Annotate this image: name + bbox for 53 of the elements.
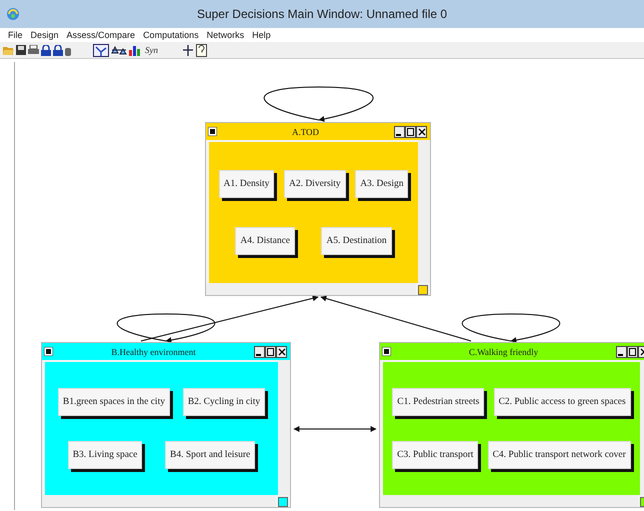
help-icon[interactable] bbox=[196, 44, 207, 56]
close-icon[interactable] bbox=[638, 346, 644, 358]
node-button[interactable]: A5. Destination bbox=[321, 226, 392, 255]
system-menu-icon[interactable] bbox=[208, 127, 217, 136]
save-icon[interactable] bbox=[16, 45, 26, 55]
node-button[interactable]: B4. Sport and leisure bbox=[165, 441, 256, 470]
menu-item[interactable]: Help bbox=[248, 30, 275, 40]
minimize-icon[interactable] bbox=[616, 346, 627, 358]
horizontal-scrollbar[interactable] bbox=[380, 495, 638, 507]
node-button[interactable]: B3. Living space bbox=[68, 441, 142, 470]
resize-handle[interactable] bbox=[418, 285, 428, 295]
lock-icon[interactable] bbox=[41, 44, 51, 56]
menu-item[interactable]: Design bbox=[26, 30, 63, 40]
menu-item[interactable]: Networks bbox=[202, 30, 248, 40]
cluster-title: B.Healthy environment bbox=[110, 346, 197, 356]
menu-item[interactable]: Computations bbox=[139, 30, 203, 40]
resize-handle[interactable] bbox=[278, 497, 288, 507]
bar-chart-icon[interactable] bbox=[129, 44, 141, 56]
menu-item[interactable]: Assess/Compare bbox=[62, 30, 140, 40]
maximize-icon[interactable] bbox=[265, 346, 276, 358]
cluster-title: A.TOD bbox=[290, 126, 320, 136]
minimize-icon[interactable] bbox=[394, 126, 405, 138]
window-title: Super Decisions Main Window: Unnamed file 0 bbox=[196, 7, 448, 21]
node-button[interactable]: B2. Cycling in city bbox=[182, 388, 266, 416]
node-button[interactable]: B1.green spaces in the city bbox=[58, 388, 170, 416]
vertical-scrollbar[interactable] bbox=[418, 140, 430, 283]
system-menu-icon[interactable] bbox=[382, 347, 391, 356]
network-icon[interactable] bbox=[93, 44, 109, 56]
vertical-scrollbar[interactable] bbox=[278, 360, 290, 495]
node-button[interactable]: A1. Density bbox=[218, 170, 274, 198]
balance-icon[interactable] bbox=[111, 45, 127, 55]
horizontal-scrollbar[interactable] bbox=[42, 495, 276, 507]
close-icon[interactable] bbox=[276, 346, 287, 358]
lock-icon[interactable] bbox=[53, 44, 63, 56]
synthesis-button[interactable]: Syn bbox=[143, 45, 160, 55]
node-button[interactable]: A4. Distance bbox=[235, 226, 296, 255]
node-button[interactable]: C3. Public transport bbox=[392, 441, 478, 470]
crosshair-icon[interactable] bbox=[182, 44, 194, 56]
system-menu-icon[interactable] bbox=[44, 347, 53, 356]
node-button[interactable]: C4. Public transport network cover bbox=[488, 441, 631, 470]
node-button[interactable]: C2. Public access to green spaces bbox=[494, 388, 631, 416]
maximize-icon[interactable] bbox=[405, 126, 416, 138]
maximize-icon[interactable] bbox=[627, 346, 638, 358]
horizontal-scrollbar[interactable] bbox=[206, 283, 416, 295]
cluster-title: C.Walking friendly bbox=[468, 346, 540, 356]
node-button[interactable]: A2. Diversity bbox=[284, 170, 346, 198]
menu-item[interactable]: File bbox=[4, 30, 27, 40]
node-button[interactable]: C1. Pedestrian streets bbox=[392, 388, 484, 416]
node-button[interactable]: A3. Design bbox=[355, 170, 408, 198]
close-icon[interactable] bbox=[416, 126, 427, 138]
minimize-icon[interactable] bbox=[254, 346, 265, 358]
printer-icon[interactable] bbox=[28, 45, 39, 55]
app-icon bbox=[6, 7, 20, 21]
